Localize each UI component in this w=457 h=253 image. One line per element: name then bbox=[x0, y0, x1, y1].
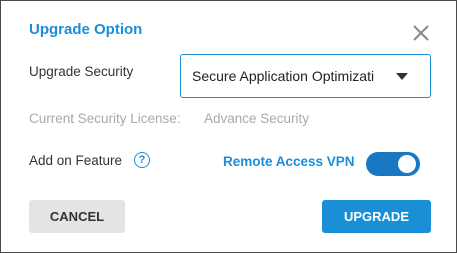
upgrade-button[interactable]: UPGRADE bbox=[322, 200, 431, 233]
add-on-feature-label: Add on Feature bbox=[29, 153, 123, 168]
upgrade-security-label: Upgrade Security bbox=[29, 64, 134, 79]
cancel-button[interactable]: CANCEL bbox=[29, 200, 125, 233]
close-icon bbox=[413, 25, 429, 41]
remote-access-vpn-toggle[interactable] bbox=[366, 152, 420, 176]
toggle-knob bbox=[398, 155, 416, 173]
current-license-value: Advance Security bbox=[204, 111, 310, 126]
help-icon[interactable]: ? bbox=[134, 152, 150, 168]
chevron-down-icon bbox=[396, 73, 408, 80]
dialog-title: Upgrade Option bbox=[29, 21, 143, 38]
close-button[interactable] bbox=[411, 23, 431, 43]
remote-access-vpn-label: Remote Access VPN bbox=[223, 154, 355, 169]
current-license-label: Current Security License: bbox=[29, 111, 181, 126]
upgrade-option-dialog: Upgrade Option Upgrade Security Secure A… bbox=[0, 0, 457, 253]
upgrade-security-select[interactable]: Secure Application Optimization bbox=[180, 54, 431, 98]
upgrade-security-selected-value: Secure Application Optimization bbox=[192, 68, 374, 84]
